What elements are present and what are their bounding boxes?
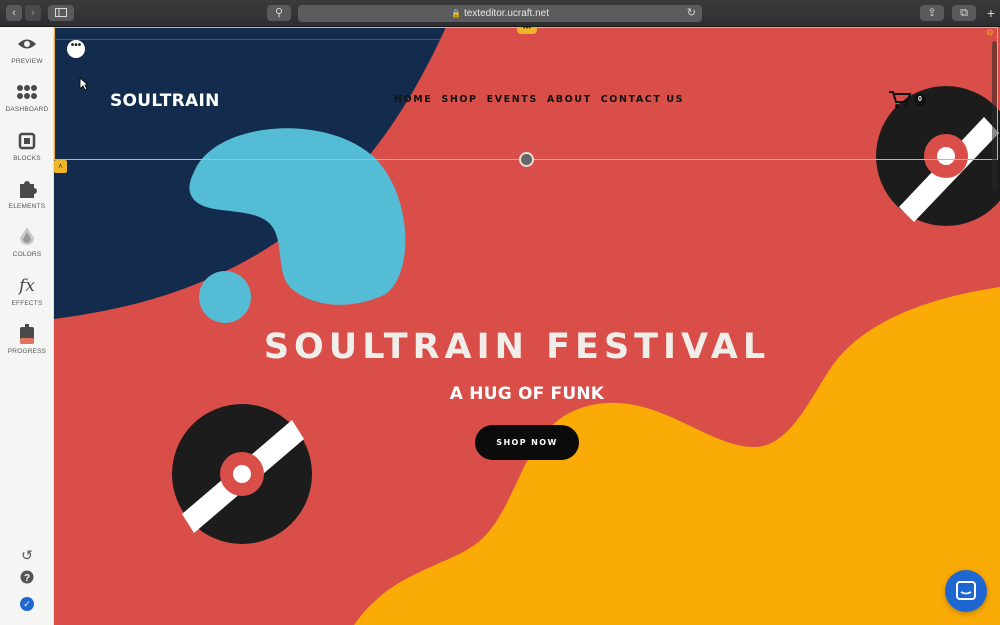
collapse-handle[interactable]: ˄ — [54, 160, 67, 173]
sidebar-item-label: DASHBOARD — [5, 106, 49, 113]
site-canvas[interactable]: SOULTRAIN HOME SHOP EVENTS ABOUT CONTACT… — [54, 27, 1000, 625]
grid-icon — [17, 85, 37, 99]
forward-button[interactable]: › — [25, 5, 41, 21]
extension-icon: ⚲ — [274, 7, 284, 19]
lock-icon: 🔒 — [450, 9, 461, 18]
undo-icon: ↺ — [21, 547, 33, 563]
sidebar-item-dashboard[interactable]: DASHBOARD — [0, 81, 54, 113]
palette-icon — [20, 227, 34, 245]
sidebar-toggle-button[interactable] — [48, 5, 74, 21]
share-button[interactable]: ⇪ — [920, 5, 944, 21]
extension-button[interactable]: ⚲ — [267, 5, 291, 21]
checkmark-icon: ✓ — [20, 597, 34, 611]
help-icon: ? — [20, 570, 34, 584]
sidebar-item-label: BLOCKS — [13, 155, 41, 162]
dots-icon: ••• — [522, 27, 532, 32]
battery-icon — [20, 324, 34, 344]
more-options-button[interactable]: ••• — [67, 40, 85, 58]
shop-now-button[interactable]: SHOP NOW — [475, 425, 579, 460]
address-bar[interactable]: 🔒 texteditor.ucraft.net ↻ — [298, 5, 702, 22]
fx-icon: fx — [19, 276, 35, 296]
sidebar-item-label: PROGRESS — [7, 348, 47, 355]
hero-subtitle: A HUG OF FUNK — [449, 384, 605, 404]
editor-sidebar: PREVIEW DASHBOARD BLOCKS ELEMENTS COLORS… — [0, 27, 54, 625]
tabs-icon: ⧉ — [960, 7, 968, 19]
sidebar-item-label: ELEMENTS — [8, 203, 46, 210]
chat-icon — [956, 581, 976, 600]
reload-icon[interactable]: ↻ — [687, 5, 696, 22]
resize-handle[interactable] — [519, 152, 534, 167]
sidebar-item-progress[interactable]: PROGRESS — [0, 323, 54, 355]
svg-text:?: ? — [24, 573, 30, 584]
url-text: texteditor.ucraft.net — [463, 8, 550, 19]
sidebar-item-elements[interactable]: ELEMENTS — [0, 178, 54, 210]
publish-status-button[interactable]: ✓ — [0, 594, 54, 611]
share-icon: ⇪ — [927, 7, 937, 19]
lock-block-icon[interactable]: ⊖ — [986, 27, 994, 38]
plus-icon: + — [986, 5, 996, 21]
hero-title: SOULTRAIN FESTIVAL — [263, 327, 771, 367]
sidebar-item-blocks[interactable]: BLOCKS — [0, 130, 54, 162]
back-button[interactable]: ‹ — [6, 5, 22, 21]
eye-icon — [18, 39, 36, 49]
chat-widget-button[interactable] — [945, 570, 987, 612]
help-button[interactable]: ? — [0, 570, 54, 587]
block-selection-outline — [54, 27, 998, 160]
sidebar-item-label: PREVIEW — [11, 58, 43, 65]
sidebar-item-colors[interactable]: COLORS — [0, 226, 54, 258]
sidebar-toggle-icon — [55, 8, 67, 17]
browser-toolbar: ‹ › ⚲ 🔒 texteditor.ucraft.net ↻ ⇪ ⧉ + — [0, 0, 1000, 27]
chevron-up-icon: ˄ — [58, 162, 63, 171]
block-options-handle[interactable]: ••• — [517, 27, 537, 34]
chevron-right-icon: › — [31, 7, 35, 19]
sidebar-item-preview[interactable]: PREVIEW — [0, 33, 54, 65]
sidebar-item-label: COLORS — [12, 251, 42, 258]
scrollbar[interactable] — [992, 41, 997, 191]
sidebar-item-label: EFFECTS — [11, 300, 43, 307]
undo-button[interactable]: ↺ — [0, 547, 54, 564]
selection-guide-line — [54, 39, 998, 40]
puzzle-icon — [20, 181, 37, 198]
square-icon — [18, 132, 36, 150]
chevron-left-icon: ‹ — [12, 7, 16, 19]
new-tab-button[interactable]: + — [983, 5, 999, 21]
ellipsis-icon: ••• — [70, 40, 82, 51]
tabs-button[interactable]: ⧉ — [952, 5, 976, 21]
mouse-cursor-icon — [79, 77, 89, 91]
sidebar-item-effects[interactable]: fx EFFECTS — [0, 275, 54, 307]
